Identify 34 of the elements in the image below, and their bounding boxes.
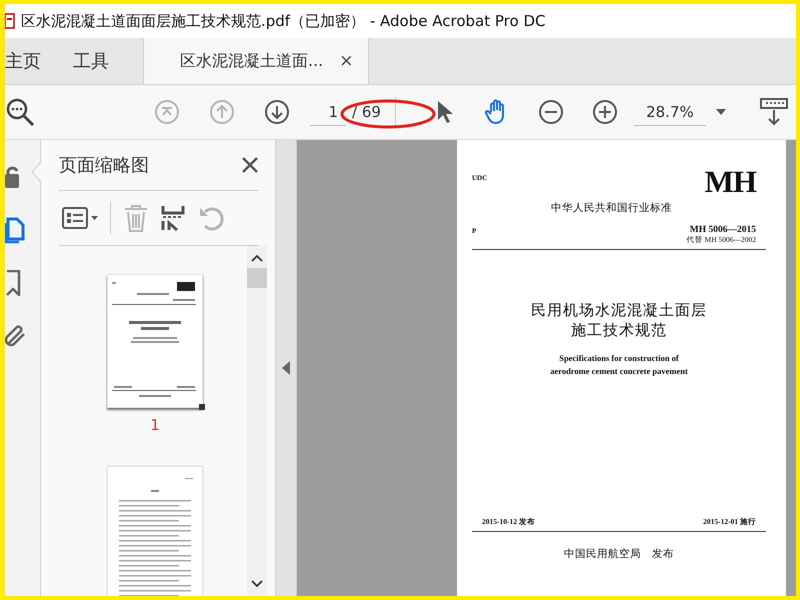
standard-logo: MH <box>704 168 756 196</box>
zoom-out-icon[interactable] <box>538 99 564 125</box>
measure-tool-icon[interactable] <box>760 97 788 127</box>
extract-pages-icon[interactable] <box>161 204 185 232</box>
standard-type: 中华人民共和国行业标准 <box>550 201 673 215</box>
zoom-in-icon[interactable] <box>592 99 618 125</box>
page-thumbnail[interactable] <box>107 466 203 596</box>
page-label: 1 <box>150 416 160 434</box>
window-title: 区水泥混凝土道面面层施工技术规范.pdf（已加密） - Adobe Acrobat Pro DC <box>21 12 546 30</box>
page-icon[interactable] <box>5 217 25 244</box>
page-thumbnail[interactable] <box>107 274 203 408</box>
panel-title: 页面缩略图 <box>59 154 149 177</box>
tab[interactable]: 工具 <box>73 38 109 84</box>
close-icon[interactable] <box>241 156 259 174</box>
close-tab-button[interactable]: × <box>337 51 356 71</box>
tab[interactable]: 区水泥混凝土道面... × <box>143 38 369 84</box>
english-title: Specifications for construction of <box>558 352 680 365</box>
resize-handle[interactable] <box>199 404 205 410</box>
collapse-arrow-icon[interactable] <box>282 361 290 375</box>
zoom-field[interactable]: 28.7% <box>634 98 706 126</box>
tab[interactable]: 主页 <box>5 38 41 84</box>
scroll-down-icon[interactable] <box>251 580 263 588</box>
search-icon[interactable] <box>5 97 35 127</box>
caret-icon[interactable] <box>716 109 726 115</box>
standard-code: MH 5006—2015 <box>690 225 756 235</box>
page-number-field[interactable]: 1 <box>310 98 346 126</box>
scroll-up-icon[interactable] <box>251 254 263 262</box>
page-count: / 69 <box>352 103 381 121</box>
document-title: 民用机场水泥混凝土面层 <box>530 300 708 320</box>
document-title: 施工技术规范 <box>570 320 668 340</box>
options-icon[interactable] <box>62 204 98 232</box>
publisher: 中国民用航空局 发布 <box>563 547 675 561</box>
scrollbar-thumb[interactable] <box>247 268 267 288</box>
english-title: aerodrome cement concrete pavement <box>549 365 689 378</box>
